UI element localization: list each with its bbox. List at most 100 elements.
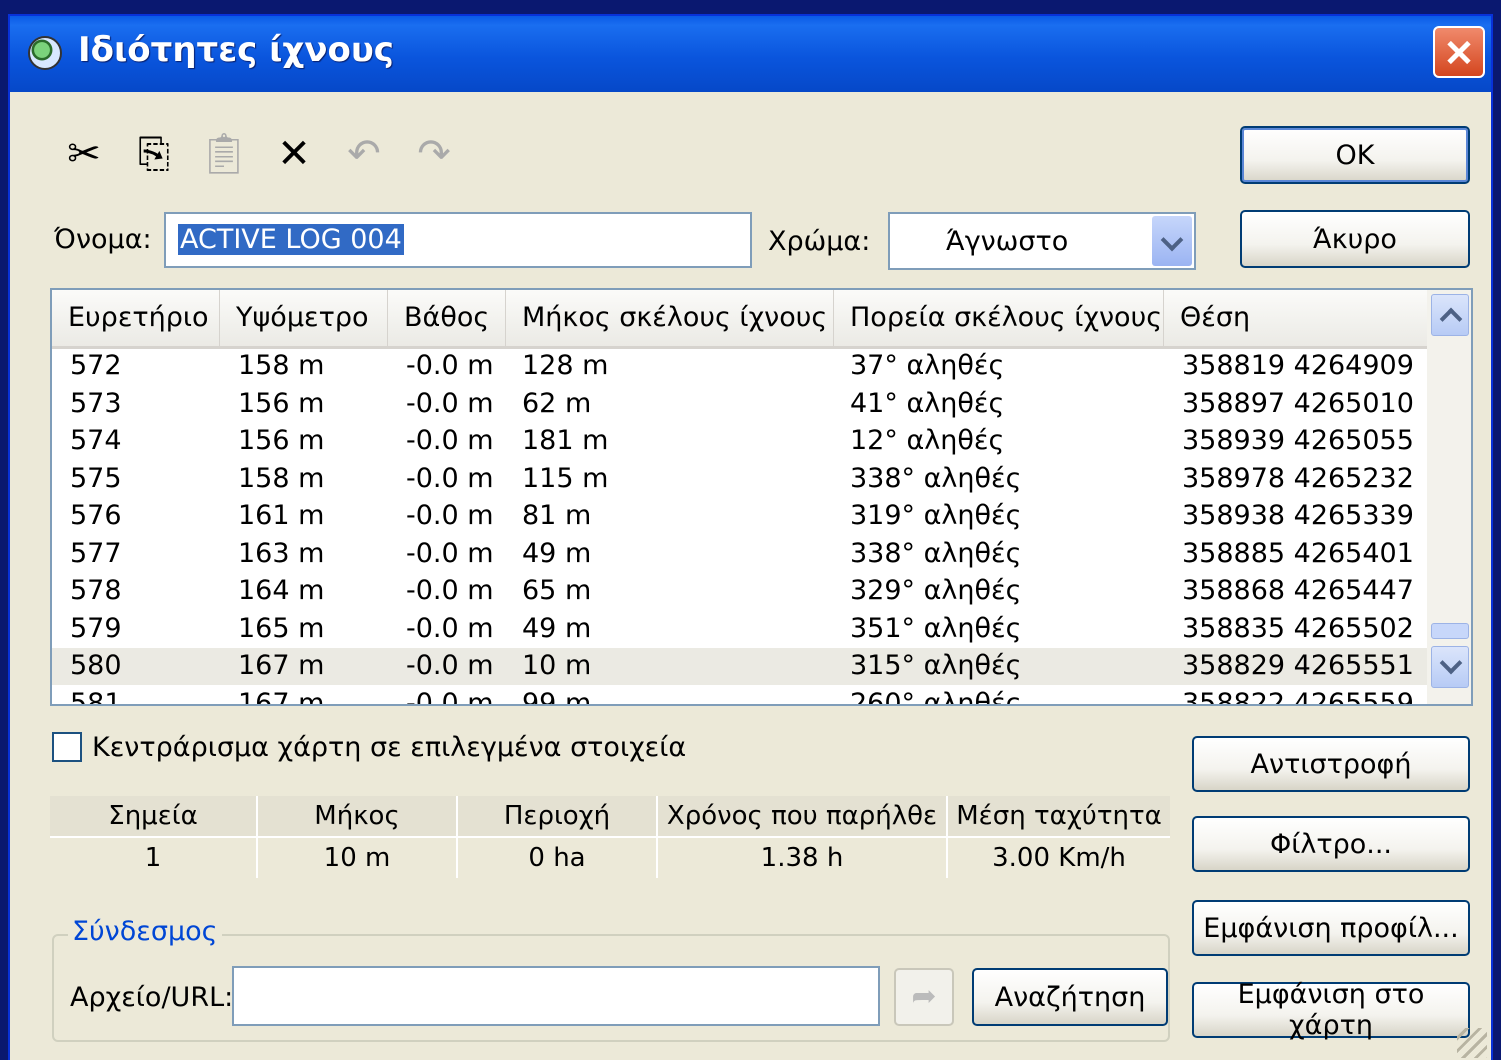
table-cell: 41° αληθές bbox=[850, 387, 1005, 419]
center-map-checkbox[interactable] bbox=[52, 732, 82, 762]
reverse-button[interactable]: Αντιστροφή bbox=[1192, 736, 1470, 792]
center-map-label: Κεντράρισμα χάρτη σε επιλεγμένα στοιχεία bbox=[92, 732, 687, 763]
table-cell: 161 m bbox=[238, 500, 325, 531]
cancel-button[interactable]: Άκυρο bbox=[1240, 210, 1470, 268]
ok-button[interactable]: OK bbox=[1240, 126, 1470, 184]
table-cell: -0.0 m bbox=[406, 612, 494, 644]
table-cell: 338° αληθές bbox=[850, 462, 1022, 494]
table-cell: 315° αληθές bbox=[850, 650, 1022, 681]
table-cell: 572 bbox=[70, 350, 122, 381]
stat-elapsed-time: Χρόνος που παρήλθε 1.38 h bbox=[658, 796, 948, 878]
table-cell: -0.0 m bbox=[406, 687, 494, 706]
table-row[interactable]: 579 165 m -0.0 m 49 m 351° αληθές 358835 4265… bbox=[52, 611, 1427, 648]
show-profile-button[interactable]: Εμφάνιση προφίλ... bbox=[1192, 900, 1470, 956]
table-cell: 338° αληθές bbox=[850, 537, 1022, 569]
color-dropdown[interactable]: Άγνωστο bbox=[888, 212, 1196, 270]
table-cell: 581 bbox=[70, 687, 122, 706]
table-row[interactable]: 577 163 m -0.0 m 49 m 338° αληθές 358885 4265… bbox=[52, 536, 1427, 573]
stat-avg-speed: Μέση ταχύτητα 3.00 Km/h bbox=[948, 796, 1170, 878]
search-button[interactable]: Αναζήτηση bbox=[972, 968, 1168, 1026]
scroll-thumb[interactable] bbox=[1431, 623, 1469, 639]
table-cell: 167 m bbox=[238, 687, 325, 706]
column-header[interactable]: Βάθος bbox=[388, 290, 506, 346]
table-cell: 574 bbox=[70, 425, 122, 456]
table-cell: 580 bbox=[70, 650, 122, 681]
table-cell: 319° αληθές bbox=[850, 500, 1022, 531]
resize-grip[interactable] bbox=[1457, 1028, 1487, 1058]
show-on-map-button[interactable]: Εμφάνιση στο χάρτη bbox=[1192, 979, 1470, 1041]
column-header[interactable]: Ευρετήριο bbox=[52, 290, 220, 346]
table-row[interactable]: 573 156 m -0.0 m 62 m 41° αληθές 358897 42650… bbox=[52, 386, 1427, 423]
table-cell: 260° αληθές bbox=[850, 687, 1022, 706]
name-label: Όνομα: bbox=[54, 224, 152, 255]
table-cell: -0.0 m bbox=[406, 537, 494, 569]
file-url-label: Αρχείο/URL: bbox=[70, 982, 234, 1013]
filter-button[interactable]: Φίλτρο... bbox=[1192, 816, 1470, 872]
table-cell: 115 m bbox=[522, 462, 609, 494]
table-cell: 81 m bbox=[522, 500, 592, 531]
table-cell: 99 m bbox=[522, 687, 592, 706]
name-input[interactable]: ACTIVE LOG 004 bbox=[164, 212, 752, 268]
table-row[interactable]: 580 167 m -0.0 m 10 m 315° αληθές 358829 4265… bbox=[52, 648, 1427, 685]
column-header[interactable]: Μήκος σκέλους ίχνους bbox=[506, 290, 834, 346]
column-header[interactable]: Υψόμετρο bbox=[220, 290, 388, 346]
table-cell: 158 m bbox=[238, 462, 325, 494]
table-cell: -0.0 m bbox=[406, 387, 494, 419]
table-cell: 156 m bbox=[238, 425, 325, 456]
table-row[interactable]: 572 158 m -0.0 m 128 m 37° αληθές 358819 4264… bbox=[52, 348, 1427, 385]
window-title: Ιδιότητες ίχνους bbox=[78, 30, 394, 70]
cut-icon[interactable]: ✂ bbox=[56, 126, 112, 182]
copy-icon[interactable]: ⎘ bbox=[126, 126, 182, 182]
vertical-scrollbar[interactable] bbox=[1427, 290, 1471, 704]
table-cell: -0.0 m bbox=[406, 425, 494, 456]
table-cell: 573 bbox=[70, 387, 122, 419]
table-cell: -0.0 m bbox=[406, 462, 494, 494]
track-points-table[interactable]: Ευρετήριο Υψόμετρο Βάθος Μήκος σκέλους ί… bbox=[50, 288, 1473, 706]
title-bar[interactable]: Ιδιότητες ίχνους bbox=[10, 16, 1491, 92]
table-body: 572 158 m -0.0 m 128 m 37° αληθές 358819 4264… bbox=[52, 348, 1427, 704]
chevron-down-icon[interactable] bbox=[1152, 216, 1192, 266]
open-link-icon[interactable]: ➦ bbox=[894, 968, 954, 1026]
table-cell: 358938 4265339 bbox=[1182, 500, 1414, 531]
table-cell: 358897 4265010 bbox=[1182, 387, 1414, 419]
redo-icon[interactable]: ↷ bbox=[406, 126, 462, 182]
table-cell: 358939 4265055 bbox=[1182, 425, 1414, 456]
table-cell: 12° αληθές bbox=[850, 425, 1005, 456]
table-cell: 358885 4265401 bbox=[1182, 537, 1414, 569]
stat-points: Σημεία 1 bbox=[50, 796, 258, 878]
table-cell: 10 m bbox=[522, 650, 592, 681]
scroll-down-icon[interactable] bbox=[1431, 646, 1469, 688]
track-properties-dialog: Ιδιότητες ίχνους ✂ ⎘ 📋︎ ✕ ↶ ↷ OK Άκυρο Ό… bbox=[8, 14, 1493, 1060]
table-row[interactable]: 578 164 m -0.0 m 65 m 329° αληθές 358868 4265… bbox=[52, 573, 1427, 610]
table-cell: 576 bbox=[70, 500, 122, 531]
table-row[interactable]: 575 158 m -0.0 m 115 m 338° αληθές 358978 426… bbox=[52, 461, 1427, 498]
column-header[interactable]: Πορεία σκέλους ίχνους bbox=[834, 290, 1164, 346]
table-cell: 163 m bbox=[238, 537, 325, 569]
table-cell: 65 m bbox=[522, 575, 592, 606]
file-url-input[interactable] bbox=[232, 966, 880, 1026]
table-cell: 49 m bbox=[522, 612, 592, 644]
table-cell: 575 bbox=[70, 462, 122, 494]
close-button[interactable] bbox=[1433, 26, 1485, 78]
table-cell: 578 bbox=[70, 575, 122, 606]
table-row[interactable]: 576 161 m -0.0 m 81 m 319° αληθές 358938 4265… bbox=[52, 498, 1427, 535]
table-cell: -0.0 m bbox=[406, 350, 494, 381]
column-header[interactable]: Θέση bbox=[1164, 290, 1431, 346]
table-cell: 167 m bbox=[238, 650, 325, 681]
table-cell: 358868 4265447 bbox=[1182, 575, 1414, 606]
track-statistics: Σημεία 1 Μήκος 10 m Περιοχή 0 ha Χρόνος … bbox=[50, 796, 1170, 878]
link-group-title: Σύνδεσμος bbox=[68, 916, 222, 947]
table-cell: 49 m bbox=[522, 537, 592, 569]
table-cell: -0.0 m bbox=[406, 575, 494, 606]
paste-icon[interactable]: 📋︎ bbox=[196, 126, 252, 182]
table-row[interactable]: 581 167 m -0.0 m 99 m 260° αληθές 358822 4265… bbox=[52, 686, 1427, 706]
table-cell: 37° αληθές bbox=[850, 350, 1005, 381]
table-cell: 156 m bbox=[238, 387, 325, 419]
table-row[interactable]: 574 156 m -0.0 m 181 m 12° αληθές 358939 4265… bbox=[52, 423, 1427, 460]
table-cell: 351° αληθές bbox=[850, 612, 1022, 644]
undo-icon[interactable]: ↶ bbox=[336, 126, 392, 182]
scroll-up-icon[interactable] bbox=[1431, 294, 1469, 336]
delete-icon[interactable]: ✕ bbox=[266, 126, 322, 182]
table-header: Ευρετήριο Υψόμετρο Βάθος Μήκος σκέλους ί… bbox=[52, 290, 1431, 349]
table-cell: 358978 4265232 bbox=[1182, 462, 1414, 494]
